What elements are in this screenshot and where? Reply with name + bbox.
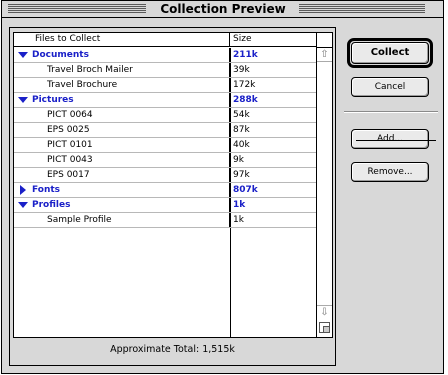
group-name: Fonts: [14, 183, 230, 197]
row-size: 87k: [233, 125, 250, 135]
window-title: Collection Preview: [150, 2, 296, 17]
row-label: PICT 0101: [47, 140, 93, 150]
file-list[interactable]: Files to Collect Size Documents 211k Trave…: [13, 32, 333, 338]
disclosure-triangle-expanded-icon[interactable]: [18, 52, 28, 58]
row-size: 97k: [233, 170, 250, 180]
row-label: Travel Broch Mailer: [47, 65, 133, 75]
row-size: 9k: [233, 155, 244, 165]
group-name: Documents: [14, 48, 230, 62]
row-label: EPS 0017: [47, 170, 90, 180]
group-row[interactable]: Pictures 288k: [14, 93, 317, 108]
column-header-size[interactable]: Size: [230, 33, 316, 46]
file-row[interactable]: PICT 0101 40k: [14, 138, 317, 153]
title-bar-stripes-right: [299, 4, 425, 14]
scroll-up-arrow-icon[interactable]: ⇧: [317, 47, 332, 62]
add-button[interactable]: Add...: [351, 129, 429, 149]
row-label: PICT 0043: [47, 155, 93, 165]
row-size: 211k: [233, 50, 258, 60]
callout-pointer-tick: [356, 140, 436, 141]
file-name: Travel Broch Mailer: [14, 63, 230, 77]
file-list-panel: Files to Collect Size Documents 211k Trave…: [9, 27, 336, 366]
disclosure-triangle-expanded-icon[interactable]: [18, 202, 28, 208]
resize-box-icon[interactable]: [319, 322, 330, 333]
file-row[interactable]: Travel Broch Mailer 39k: [14, 63, 317, 78]
group-name: Pictures: [14, 93, 230, 107]
group-row[interactable]: Documents 211k: [14, 48, 317, 63]
vertical-scrollbar[interactable]: ⇧ ⇩: [316, 33, 332, 337]
row-size: 54k: [233, 110, 250, 120]
file-row[interactable]: EPS 0025 87k: [14, 123, 317, 138]
file-name: PICT 0043: [14, 153, 230, 167]
row-size: 288k: [233, 95, 258, 105]
row-size: 1k: [233, 200, 246, 210]
file-name: EPS 0025: [14, 123, 230, 137]
row-label: Fonts: [32, 185, 61, 195]
file-row[interactable]: Travel Brochure 172k: [14, 78, 317, 93]
row-size: 172k: [233, 80, 256, 90]
title-bar-stripes-left: [8, 4, 146, 14]
file-name: EPS 0017: [14, 168, 230, 182]
file-name: PICT 0064: [14, 108, 230, 122]
file-name: Sample Profile: [14, 213, 230, 227]
row-label: Documents: [32, 50, 89, 60]
remove-button[interactable]: Remove...: [351, 162, 429, 182]
file-row[interactable]: PICT 0043 9k: [14, 153, 317, 168]
row-size: 40k: [233, 140, 250, 150]
group-row[interactable]: Fonts 807k: [14, 183, 317, 198]
group-row[interactable]: Profiles 1k: [14, 198, 317, 213]
disclosure-triangle-collapsed-icon[interactable]: [20, 185, 26, 195]
row-label: PICT 0064: [47, 110, 93, 120]
disclosure-triangle-expanded-icon[interactable]: [18, 97, 28, 103]
file-name: PICT 0101: [14, 138, 230, 152]
row-size: 1k: [233, 215, 244, 225]
scroll-down-arrow-icon[interactable]: ⇩: [317, 305, 332, 320]
file-row[interactable]: Sample Profile 1k: [14, 213, 317, 228]
row-size: 807k: [233, 185, 258, 195]
row-label: Sample Profile: [47, 215, 112, 225]
list-header: Files to Collect Size: [14, 33, 317, 47]
group-name: Profiles: [14, 198, 230, 212]
approximate-total: Approximate Total: 1,515k: [110, 344, 235, 355]
button-divider: [344, 111, 438, 113]
row-label: EPS 0025: [47, 125, 90, 135]
row-label: Profiles: [32, 200, 71, 210]
file-row[interactable]: EPS 0017 97k: [14, 168, 317, 183]
list-rows: Documents 211k Travel Broch Mailer 39k Trave…: [14, 48, 317, 228]
cancel-button[interactable]: Cancel: [351, 77, 429, 97]
title-bar[interactable]: Collection Preview: [2, 1, 443, 18]
row-label: Travel Brochure: [47, 80, 118, 90]
file-row[interactable]: PICT 0064 54k: [14, 108, 317, 123]
row-label: Pictures: [32, 95, 74, 105]
collection-preview-window: Collection Preview Files to Collect Size…: [1, 0, 444, 374]
collect-button[interactable]: Collect: [351, 42, 429, 64]
column-header-files[interactable]: Files to Collect: [14, 33, 230, 46]
row-size: 39k: [233, 65, 250, 75]
file-name: Travel Brochure: [14, 78, 230, 92]
